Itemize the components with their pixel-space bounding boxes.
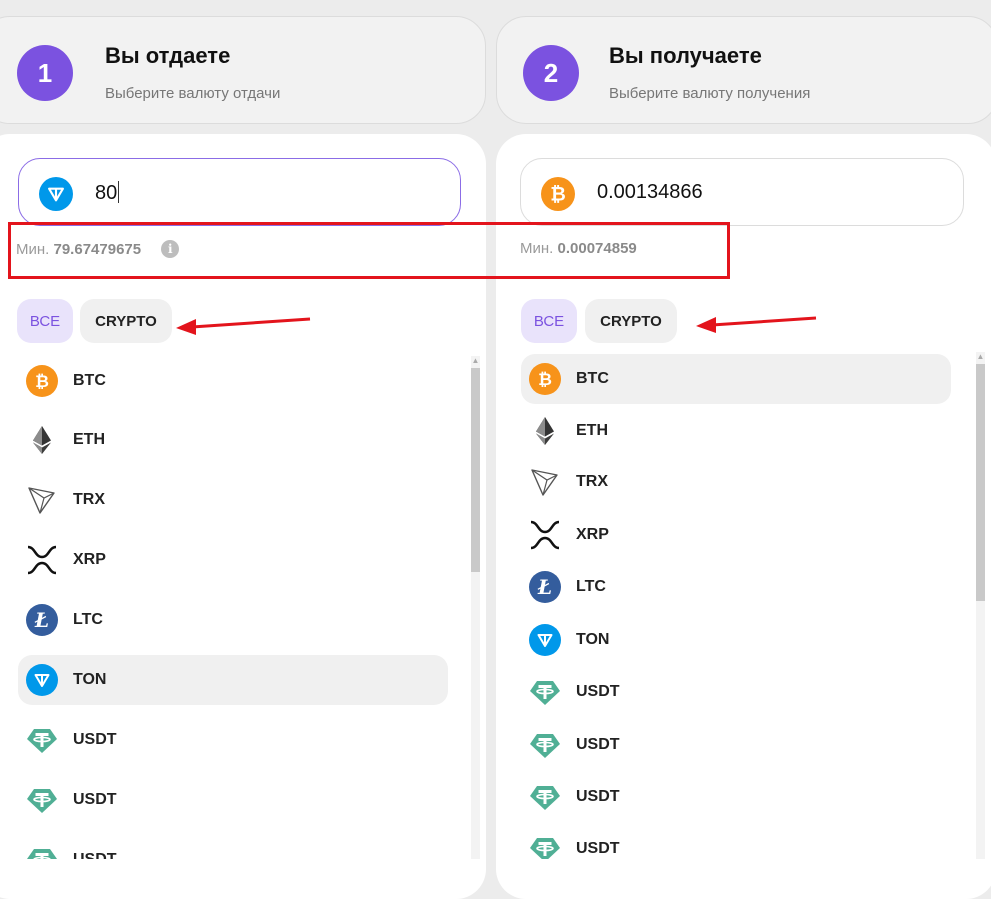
- currency-label: XRP: [576, 526, 609, 543]
- currency-item-btc[interactable]: ₿ BTC: [521, 354, 951, 404]
- currency-item-usdt[interactable]: USDT: [521, 667, 951, 717]
- usdt-icon: [529, 833, 561, 859]
- currency-item-usdt[interactable]: USDT: [18, 835, 448, 859]
- currency-label: ETH: [576, 422, 608, 439]
- currency-label: LTC: [576, 578, 606, 595]
- eth-icon: [26, 424, 58, 456]
- currency-label: USDT: [73, 791, 117, 808]
- usdt-icon: [26, 844, 58, 859]
- currency-label: USDT: [576, 840, 620, 857]
- ton-icon: [26, 664, 58, 696]
- info-icon[interactable]: i: [161, 240, 180, 258]
- scrollbar-thumb[interactable]: [471, 368, 480, 572]
- usdt-icon: [26, 784, 58, 816]
- scroll-up-arrow[interactable]: ▲: [976, 352, 985, 361]
- min-value: 79.67479675: [53, 241, 142, 258]
- svg-text:₿: ₿: [538, 370, 552, 390]
- currency-item-ton[interactable]: TON: [18, 655, 448, 705]
- scroll-up-arrow[interactable]: ▲: [471, 356, 480, 365]
- currency-list[interactable]: ₿ BTC ETH TRX XRP Ł LTC TON USDT USDT USDT: [0, 348, 488, 859]
- min-value: 0.00074859: [557, 240, 637, 257]
- currency-item-btc[interactable]: ₿ BTC: [18, 356, 448, 406]
- svg-text:₿: ₿: [35, 372, 49, 392]
- usdt-icon: [529, 781, 561, 813]
- currency-item-eth[interactable]: ETH: [18, 415, 448, 465]
- eth-icon: [529, 415, 561, 447]
- step-title: Вы отдаете: [105, 43, 231, 68]
- currency-label: USDT: [576, 788, 620, 805]
- currency-item-ton[interactable]: TON: [521, 615, 951, 665]
- give-column: 1 Вы отдаете Выберите валюту отдачи 80 М…: [0, 0, 488, 899]
- filter-all-button[interactable]: ВСЕ: [17, 299, 73, 343]
- currency-label: USDT: [73, 731, 117, 748]
- text-caret: [118, 181, 120, 203]
- trx-icon: [26, 484, 58, 516]
- currency-item-usdt[interactable]: USDT: [18, 715, 448, 765]
- currency-item-trx[interactable]: TRX: [521, 457, 951, 507]
- trx-icon: [529, 466, 561, 498]
- currency-label: TRX: [576, 473, 608, 490]
- ton-icon: [529, 624, 561, 656]
- currency-item-xrp[interactable]: XRP: [521, 510, 951, 560]
- ton-icon: [39, 177, 73, 211]
- usdt-icon: [529, 676, 561, 708]
- currency-item-usdt[interactable]: USDT: [521, 772, 951, 822]
- btc-icon: ₿: [541, 177, 575, 211]
- filter-crypto-button[interactable]: CRYPTO: [585, 299, 677, 343]
- currency-label: USDT: [73, 851, 117, 859]
- currency-label: TRX: [73, 491, 105, 508]
- filter-crypto-button[interactable]: CRYPTO: [80, 299, 172, 343]
- currency-item-ltc[interactable]: Ł LTC: [521, 562, 951, 612]
- min-amount: Мин. 79.67479675 i: [16, 240, 180, 258]
- svg-text:Ł: Ł: [34, 608, 49, 632]
- step-title: Вы получаете: [609, 43, 762, 68]
- currency-label: USDT: [576, 736, 620, 753]
- currency-label: ETH: [73, 431, 105, 448]
- currency-label: TON: [73, 671, 107, 688]
- currency-label: USDT: [576, 683, 620, 700]
- min-amount: Мин. 0.00074859: [520, 240, 637, 257]
- filter-all-button[interactable]: ВСЕ: [521, 299, 577, 343]
- currency-item-ltc[interactable]: Ł LTC: [18, 595, 448, 645]
- step-card-give: 1 Вы отдаете Выберите валюту отдачи: [0, 16, 486, 124]
- currency-label: TON: [576, 631, 610, 648]
- step-subtitle: Выберите валюту получения: [609, 85, 811, 102]
- amount-input[interactable]: 80: [18, 158, 461, 226]
- currency-item-usdt[interactable]: USDT: [521, 720, 951, 770]
- usdt-icon: [26, 724, 58, 756]
- currency-item-usdt[interactable]: USDT: [18, 775, 448, 825]
- min-label: Мин.: [16, 241, 50, 258]
- currency-label: BTC: [73, 372, 106, 389]
- btc-icon: ₿: [26, 365, 58, 397]
- ltc-icon: Ł: [26, 604, 58, 636]
- amount-value: 0.00134866: [597, 181, 703, 203]
- currency-list[interactable]: ₿ BTC ETH TRX XRP Ł LTC TON USDT USDT USDT USDT: [496, 348, 991, 859]
- min-label: Мин.: [520, 240, 554, 257]
- currency-item-eth[interactable]: ETH: [521, 406, 951, 456]
- currency-item-xrp[interactable]: XRP: [18, 535, 448, 585]
- svg-text:₿: ₿: [550, 182, 566, 205]
- step-number: 2: [523, 45, 579, 101]
- amount-value: 80: [95, 182, 118, 204]
- usdt-icon: [529, 729, 561, 761]
- step-subtitle: Выберите валюту отдачи: [105, 85, 281, 102]
- ltc-icon: Ł: [529, 571, 561, 603]
- step-number: 1: [17, 45, 73, 101]
- scrollbar[interactable]: ▲: [976, 352, 985, 859]
- receive-column: 2 Вы получаете Выберите валюту получения…: [496, 0, 991, 899]
- step-card-receive: 2 Вы получаете Выберите валюту получения: [496, 16, 991, 124]
- btc-icon: ₿: [529, 363, 561, 395]
- currency-label: XRP: [73, 551, 106, 568]
- svg-text:Ł: Ł: [537, 575, 552, 599]
- scrollbar[interactable]: ▲: [471, 356, 480, 859]
- currency-label: BTC: [576, 370, 609, 387]
- currency-item-trx[interactable]: TRX: [18, 475, 448, 525]
- currency-item-usdt[interactable]: USDT: [521, 824, 951, 859]
- scrollbar-thumb[interactable]: [976, 364, 985, 601]
- xrp-icon: [529, 519, 561, 551]
- xrp-icon: [26, 544, 58, 576]
- amount-input[interactable]: ₿ 0.00134866: [520, 158, 964, 226]
- currency-label: LTC: [73, 611, 103, 628]
